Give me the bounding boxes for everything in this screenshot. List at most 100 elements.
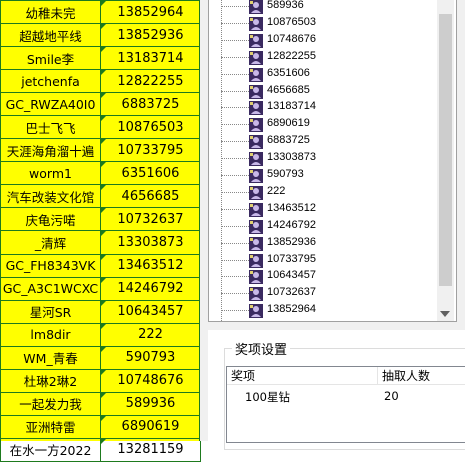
tree-item[interactable]: 4656685 — [209, 83, 439, 100]
username-cell[interactable]: 一起发力我 — [0, 391, 101, 416]
tree-item[interactable]: 10732637 — [209, 285, 439, 302]
tree-item-label: 13852964 — [267, 303, 316, 316]
userid-cell[interactable]: 10733795 — [100, 138, 201, 163]
tree-item[interactable]: 222 — [209, 184, 439, 201]
tree-item[interactable]: 10733795 — [209, 252, 439, 269]
username-cell[interactable]: 幼稚未完 — [0, 0, 101, 25]
username-cell[interactable]: jetchenfa — [0, 69, 101, 94]
username-cell[interactable]: Smile李 — [0, 46, 101, 71]
username-cell[interactable]: 亚洲特雷 — [0, 414, 101, 439]
tree-item[interactable]: 10748676 — [209, 32, 439, 49]
username-cell[interactable]: 星河SR — [0, 299, 101, 324]
table-row[interactable]: lm8dir 222 — [0, 322, 201, 347]
tree-item[interactable]: 14246792 — [209, 218, 439, 235]
userid-cell[interactable]: 10643457 — [100, 299, 201, 324]
column-header-count[interactable]: 抽取人数 — [378, 367, 465, 385]
spreadsheet: 幼稚未完 13852964 超越地平线 13852936 Smile李 13183714 j… — [0, 0, 201, 462]
username-cell[interactable]: GC_A3C1WCXC — [0, 276, 101, 301]
tree-item[interactable]: 13303873 — [209, 150, 439, 167]
prize-list[interactable]: 奖项 抽取人数 100星钻 20 — [226, 366, 465, 443]
table-row[interactable]: 亚洲特雷 6890619 — [0, 414, 201, 439]
tree-item[interactable]: 13281159 — [209, 319, 439, 321]
username-cell[interactable]: WM_青春 — [0, 345, 101, 370]
table-row[interactable]: GC_FH8343VK 13463512 — [0, 253, 201, 278]
table-row[interactable]: Smile李 13183714 — [0, 46, 201, 71]
userid-cell[interactable]: 10732637 — [100, 207, 201, 232]
userid-cell[interactable]: 13281159 — [100, 437, 201, 462]
table-row[interactable]: 星河SR 10643457 — [0, 299, 201, 324]
username-cell[interactable]: 杜琳2琳2 — [0, 368, 101, 393]
table-row[interactable]: 庆龟污喏 10732637 — [0, 207, 201, 232]
username-cell[interactable]: 汽车改装文化馆 — [0, 184, 101, 209]
user-icon — [249, 202, 263, 217]
table-row[interactable]: GC_RWZA40I0 6883725 — [0, 92, 201, 117]
table-row[interactable]: 幼稚未完 13852964 — [0, 0, 201, 25]
tree-connector — [221, 191, 251, 193]
table-row[interactable]: 巴士飞飞 10876503 — [0, 115, 201, 140]
userid-cell[interactable]: 590793 — [100, 345, 201, 370]
tree-item[interactable]: 6883725 — [209, 133, 439, 150]
table-row[interactable]: 在水一方2022 13281159 — [0, 437, 201, 462]
tree-item[interactable]: 589936 — [209, 0, 439, 15]
tree-item[interactable]: 13852964 — [209, 302, 439, 319]
user-icon — [249, 320, 263, 321]
username-cell[interactable]: GC_RWZA40I0 — [0, 92, 101, 117]
table-row[interactable]: worm1 6351606 — [0, 161, 201, 186]
username-cell[interactable]: GC_FH8343VK — [0, 253, 101, 278]
username-cell[interactable]: 巴士飞飞 — [0, 115, 101, 140]
table-row[interactable]: 杜琳2琳2 10748676 — [0, 368, 201, 393]
user-icon — [249, 286, 263, 302]
username-cell[interactable]: 庆龟污喏 — [0, 207, 101, 232]
tree-item[interactable]: 10876503 — [209, 15, 439, 32]
table-row[interactable]: GC_A3C1WCXC 14246792 — [0, 276, 201, 301]
tree-item[interactable]: 6890619 — [209, 116, 439, 133]
scroll-down-icon[interactable] — [440, 311, 450, 317]
column-header-prize[interactable]: 奖项 — [227, 367, 378, 385]
tree-item-label: 6890619 — [267, 117, 310, 130]
userid-cell[interactable]: 13852936 — [100, 23, 201, 48]
userid-cell[interactable]: 13463512 — [100, 253, 201, 278]
username-cell[interactable]: worm1 — [0, 161, 101, 186]
userid-cell[interactable]: 6890619 — [100, 414, 201, 439]
table-row[interactable]: jetchenfa 12822255 — [0, 69, 201, 94]
userid-cell[interactable]: 14246792 — [100, 276, 201, 301]
prize-count[interactable]: 20 — [384, 389, 399, 403]
username-cell[interactable]: _清辉 — [0, 230, 101, 255]
userid-cell[interactable]: 12822255 — [100, 69, 201, 94]
tree-scrollbar[interactable] — [437, 0, 454, 321]
tree-item[interactable]: 13463512 — [209, 201, 439, 218]
tree-item[interactable]: 13183714 — [209, 99, 439, 116]
table-row[interactable]: 天涯海角溜十遍 10733795 — [0, 138, 201, 163]
tree-connector — [221, 141, 251, 143]
userid-cell[interactable]: 589936 — [100, 391, 201, 416]
scrollbar-thumb[interactable] — [439, 14, 452, 286]
userid-cell[interactable]: 6883725 — [100, 92, 201, 117]
prize-name[interactable]: 100星钻 — [245, 389, 290, 405]
table-row[interactable]: _清辉 13303873 — [0, 230, 201, 255]
table-row[interactable]: 一起发力我 589936 — [0, 391, 201, 416]
userid-cell[interactable]: 13183714 — [100, 46, 201, 71]
username-cell[interactable]: lm8dir — [0, 322, 101, 347]
userid-cell[interactable]: 10748676 — [100, 368, 201, 393]
userid-cell[interactable]: 4656685 — [100, 184, 201, 209]
tree-item[interactable]: 10643457 — [209, 268, 439, 285]
userid-cell[interactable]: 13852964 — [100, 0, 201, 25]
username-cell[interactable]: 在水一方2022 — [0, 437, 101, 462]
cell-indicator-icon — [101, 116, 106, 122]
tree-item[interactable]: 590793 — [209, 167, 439, 184]
tree-item[interactable]: 6351606 — [209, 66, 439, 83]
userid-cell[interactable]: 10876503 — [100, 115, 201, 140]
userid-cell[interactable]: 222 — [100, 322, 201, 347]
user-icon — [249, 84, 263, 99]
userid-cell[interactable]: 6351606 — [100, 161, 201, 186]
username-cell[interactable]: 超越地平线 — [0, 23, 101, 48]
userid-cell[interactable]: 13303873 — [100, 230, 201, 255]
table-row[interactable]: WM_青春 590793 — [0, 345, 201, 370]
participant-tree[interactable]: 589936 10876503 10748676 12822255 6351606 465… — [208, 0, 457, 322]
table-row[interactable]: 超越地平线 13852936 — [0, 23, 201, 48]
username-cell[interactable]: 天涯海角溜十遍 — [0, 138, 101, 163]
tree-item-label: 10643457 — [267, 269, 316, 282]
tree-item[interactable]: 13852936 — [209, 235, 439, 252]
tree-item[interactable]: 12822255 — [209, 49, 439, 66]
table-row[interactable]: 汽车改装文化馆 4656685 — [0, 184, 201, 209]
